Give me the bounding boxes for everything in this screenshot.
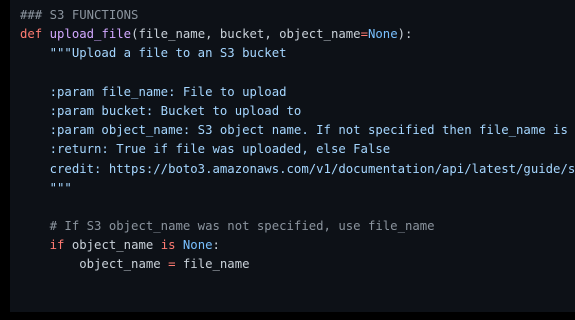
- code-line: :param file_name: File to upload: [20, 83, 575, 102]
- code-line: :param bucket: Bucket to upload to: [20, 102, 575, 121]
- code-token-str: """: [20, 180, 72, 195]
- code-line: """: [20, 179, 575, 198]
- code-token-str: credit: https://boto3.amazonaws.com/v1/d…: [49, 161, 575, 176]
- code-token-kw: is: [160, 238, 176, 253]
- code-line: credit: https://boto3.amazonaws.com/v1/d…: [20, 160, 575, 179]
- code-editor[interactable]: ### S3 FUNCTIONS def upload_file(file_nam…: [10, 0, 575, 312]
- code-token-str: :return: True if file was uploaded, else…: [20, 142, 391, 157]
- code-token-str: :param object_name: S3 object name. If n…: [20, 123, 575, 138]
- code-token-str: """Upload a file to an S3 bucket: [20, 46, 287, 61]
- code-token-plain: (file_name, bucket, object_name: [131, 27, 361, 42]
- code-token-kw: =: [360, 27, 368, 42]
- code-line: object_name = file_name: [20, 255, 575, 274]
- code-token-comment: ### S3 FUNCTIONS: [20, 8, 139, 22]
- code-token-plain: file_name: [175, 257, 250, 272]
- code-token-str: :param bucket: Bucket to upload to: [20, 103, 302, 118]
- code-block[interactable]: ### S3 FUNCTIONS def upload_file(file_nam…: [20, 6, 575, 275]
- code-token-plain: object_name: [64, 238, 161, 253]
- code-token-comment: # If S3 object_name was not specified, u…: [20, 219, 435, 234]
- code-line: """Upload a file to an S3 bucket: [20, 44, 575, 63]
- code-line: def upload_file(file_name, bucket, objec…: [20, 25, 575, 44]
- code-line: if object_name is None:: [20, 236, 575, 255]
- code-token-plain: :: [212, 238, 220, 253]
- code-line: :param object_name: S3 object name. If n…: [20, 121, 575, 140]
- code-token-plain: object_name: [20, 257, 169, 272]
- code-line: ### S3 FUNCTIONS: [20, 6, 575, 25]
- code-token-const: None: [367, 27, 398, 42]
- code-token-const: None: [182, 238, 213, 253]
- code-token-kw: def: [20, 27, 43, 42]
- code-token-plain: ):: [397, 27, 413, 42]
- code-token-str: :param file_name: File to upload: [20, 84, 287, 99]
- code-token-kw: if: [49, 238, 65, 253]
- code-token-fn: upload_file: [49, 27, 132, 42]
- code-line: # If S3 object_name was not specified, u…: [20, 217, 575, 236]
- code-line: :return: True if file was uploaded, else…: [20, 140, 575, 159]
